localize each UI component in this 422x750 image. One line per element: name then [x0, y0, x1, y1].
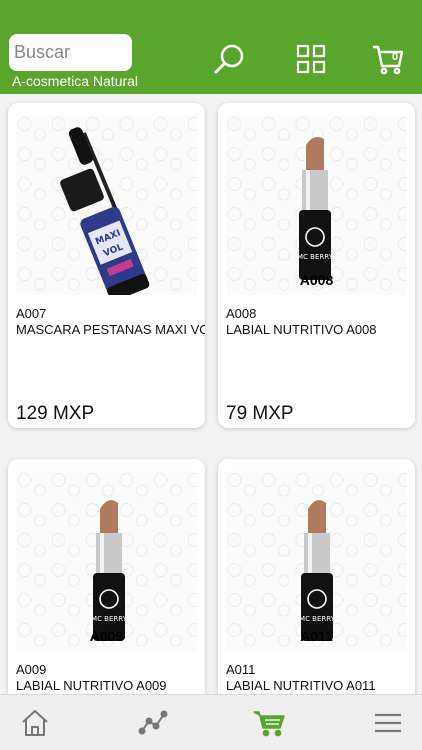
product-name: LABIAL NUTRITIVO A009 — [16, 678, 167, 693]
product-image: MC BERRY A011 — [226, 471, 407, 651]
search-input[interactable] — [9, 34, 132, 71]
grid-icon[interactable] — [294, 42, 328, 76]
product-name: LABIAL NUTRITIVO A011 — [226, 678, 376, 693]
svg-text:MC BERRY: MC BERRY — [91, 615, 128, 623]
product-image: MAXI VOL — [16, 115, 197, 302]
product-price: 129 MXP — [16, 403, 95, 424]
product-card[interactable]: MAXI VOL A007 MASCARA PESTANAS MAXI VO 1… — [8, 103, 205, 428]
brand-name: A-cosmetica Natural — [12, 73, 139, 89]
product-price: 79 MXP — [226, 403, 294, 424]
product-name: MASCARA PESTANAS MAXI VO — [16, 322, 205, 337]
cart-count-badge: 0 — [391, 51, 399, 63]
stats-icon[interactable] — [136, 707, 170, 739]
product-name: LABIAL NUTRITIVO A008 — [226, 322, 377, 337]
svg-text:MC BERRY: MC BERRY — [297, 253, 334, 261]
product-label: A009 — [89, 628, 124, 644]
menu-icon[interactable] — [371, 707, 405, 739]
cart-icon[interactable] — [253, 707, 287, 739]
bottom-nav — [0, 694, 422, 750]
svg-text:MC BERRY: MC BERRY — [299, 615, 336, 623]
product-label: A008 — [299, 272, 334, 288]
header-bar: A-cosmetica Natural 0 — [0, 0, 422, 94]
product-image: MC BERRY A008 — [226, 115, 407, 295]
product-code: A011 — [226, 662, 256, 677]
product-image: MC BERRY A009 — [16, 471, 197, 651]
product-card[interactable]: MC BERRY A008 A008 LABIAL NUTRITIVO A008… — [218, 103, 415, 428]
product-label: A011 — [300, 628, 333, 644]
product-code: A008 — [226, 306, 257, 321]
home-icon[interactable] — [18, 707, 52, 739]
search-icon[interactable] — [212, 42, 246, 76]
product-code: A009 — [16, 662, 47, 677]
product-code: A007 — [16, 306, 47, 321]
